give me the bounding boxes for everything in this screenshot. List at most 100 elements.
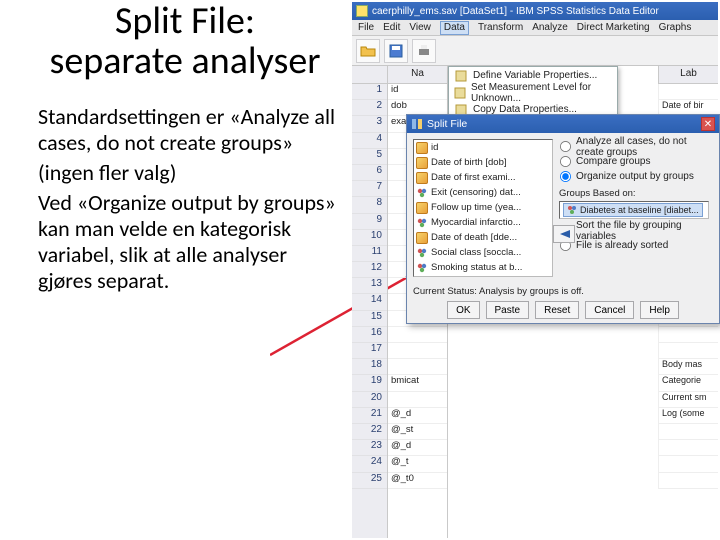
row-number[interactable]: 10 — [352, 230, 387, 246]
name-cell[interactable] — [388, 343, 447, 359]
nominal-icon — [567, 205, 577, 215]
menu-item[interactable]: Set Measurement Level for Unknown... — [449, 84, 617, 101]
row-number[interactable]: 9 — [352, 214, 387, 230]
variable-row[interactable]: id — [414, 140, 552, 155]
variable-row[interactable]: Myocardial infarctio... — [414, 215, 552, 230]
menu-analyze[interactable]: Analyze — [532, 22, 568, 33]
row-number[interactable]: 13 — [352, 278, 387, 294]
radio-sort-file[interactable]: Sort the file by grouping variables — [559, 223, 713, 238]
dialog-status: Current Status: Analysis by groups is of… — [413, 286, 584, 297]
variable-row[interactable]: Date of birth [dob] — [414, 155, 552, 170]
menu-directmarketing[interactable]: Direct Marketing — [577, 22, 650, 33]
variable-list[interactable]: id Date of birth [dob]Date of first exami… — [413, 139, 553, 277]
variable-row[interactable]: Fibrinogen at baseli... — [414, 275, 552, 277]
menu-file[interactable]: File — [358, 22, 374, 33]
row-number[interactable]: 2 — [352, 100, 387, 116]
row-number[interactable]: 16 — [352, 327, 387, 343]
label-cell[interactable] — [658, 327, 718, 343]
label-cell[interactable]: Current sm — [658, 392, 718, 408]
label-cell[interactable] — [658, 440, 718, 456]
close-icon[interactable]: ✕ — [701, 117, 715, 131]
selected-group-var[interactable]: Diabetes at baseline [diabet... — [563, 203, 703, 217]
variable-label: id — [431, 142, 438, 153]
spss-window: caerphilly_ems.sav [DataSet1] - IBM SPSS… — [352, 2, 718, 538]
name-cell[interactable] — [388, 359, 447, 375]
name-cell[interactable]: @_d — [388, 440, 447, 456]
row-number[interactable]: 6 — [352, 165, 387, 181]
row-number[interactable]: 18 — [352, 359, 387, 375]
row-number[interactable]: 4 — [352, 133, 387, 149]
move-variable-button[interactable] — [553, 225, 575, 243]
label-cell[interactable] — [658, 473, 718, 489]
menu-graphs[interactable]: Graphs — [659, 22, 692, 33]
row-number[interactable]: 19 — [352, 375, 387, 391]
define-icon — [455, 70, 467, 82]
name-cell[interactable]: @_d — [388, 408, 447, 424]
label-cell[interactable]: Log (some — [658, 408, 718, 424]
radio-analyze-all[interactable]: Analyze all cases, do not create groups — [559, 139, 713, 154]
row-number[interactable]: 1 — [352, 84, 387, 100]
split-icon — [411, 118, 423, 130]
body-para-3: Ved «Organize output by groups» kan man … — [38, 190, 346, 294]
label-cell[interactable]: Categorie — [658, 375, 718, 391]
row-number[interactable]: 20 — [352, 392, 387, 408]
menubar[interactable]: File Edit View Data Transform Analyze Di… — [352, 20, 718, 36]
nominal-icon — [416, 187, 428, 199]
menu-data[interactable]: Data — [440, 21, 469, 35]
row-number[interactable]: 25 — [352, 473, 387, 489]
window-titlebar: caerphilly_ems.sav [DataSet1] - IBM SPSS… — [352, 2, 718, 20]
toolbar-save-button[interactable] — [384, 39, 408, 63]
ok-button[interactable]: OK — [447, 301, 479, 319]
scale-icon — [416, 172, 428, 184]
label-cell[interactable] — [658, 424, 718, 440]
name-cell[interactable]: id — [388, 84, 447, 100]
reset-button[interactable]: Reset — [535, 301, 579, 319]
name-cell[interactable] — [388, 392, 447, 408]
row-number[interactable]: 22 — [352, 424, 387, 440]
row-number[interactable]: 17 — [352, 343, 387, 359]
row-number[interactable]: 21 — [352, 408, 387, 424]
radio-organize-output[interactable]: Organize output by groups — [559, 169, 713, 184]
scale-icon — [416, 232, 428, 244]
row-number[interactable]: 8 — [352, 197, 387, 213]
label-cell[interactable]: Body mas — [658, 359, 718, 375]
label-cell[interactable] — [658, 343, 718, 359]
name-cell[interactable] — [388, 327, 447, 343]
row-number[interactable]: 14 — [352, 294, 387, 310]
row-number[interactable]: 15 — [352, 311, 387, 327]
menu-edit[interactable]: Edit — [383, 22, 400, 33]
menu-item-label: Define Variable Properties... — [473, 70, 597, 81]
cancel-button[interactable]: Cancel — [585, 301, 634, 319]
variable-row[interactable]: Smoking status at b... — [414, 260, 552, 275]
variable-row[interactable]: Social class [soccla... — [414, 245, 552, 260]
menu-view[interactable]: View — [409, 22, 431, 33]
scale-icon — [416, 142, 428, 154]
groups-based-on-box[interactable]: Diabetes at baseline [diabet... — [559, 201, 709, 219]
menu-transform[interactable]: Transform — [478, 22, 523, 33]
variable-row[interactable]: Date of death [dde... — [414, 230, 552, 245]
toolbar-print-button[interactable] — [412, 39, 436, 63]
toolbar-open-button[interactable] — [356, 39, 380, 63]
paste-button[interactable]: Paste — [486, 301, 530, 319]
name-cell[interactable]: @_t0 — [388, 473, 447, 489]
row-number[interactable]: 7 — [352, 181, 387, 197]
variable-row[interactable]: Date of first exami... — [414, 170, 552, 185]
help-button[interactable]: Help — [640, 301, 679, 319]
name-cell[interactable]: bmicat — [388, 375, 447, 391]
scale-icon — [416, 277, 428, 278]
row-number[interactable]: 11 — [352, 246, 387, 262]
row-number[interactable]: 5 — [352, 149, 387, 165]
variable-row[interactable]: Follow up time (yea... — [414, 200, 552, 215]
row-number[interactable]: 3 — [352, 116, 387, 132]
variable-label: Date of death [dde... — [431, 232, 517, 243]
label-cell[interactable] — [658, 84, 718, 100]
groups-label: Groups Based on: — [559, 188, 713, 199]
row-number[interactable]: 12 — [352, 262, 387, 278]
row-number[interactable]: 23 — [352, 440, 387, 456]
dialog-titlebar: Split File ✕ — [407, 115, 719, 133]
label-cell[interactable] — [658, 456, 718, 472]
name-cell[interactable]: @_t — [388, 456, 447, 472]
row-number[interactable]: 24 — [352, 456, 387, 472]
name-cell[interactable]: @_st — [388, 424, 447, 440]
variable-row[interactable]: Exit (censoring) dat... — [414, 185, 552, 200]
